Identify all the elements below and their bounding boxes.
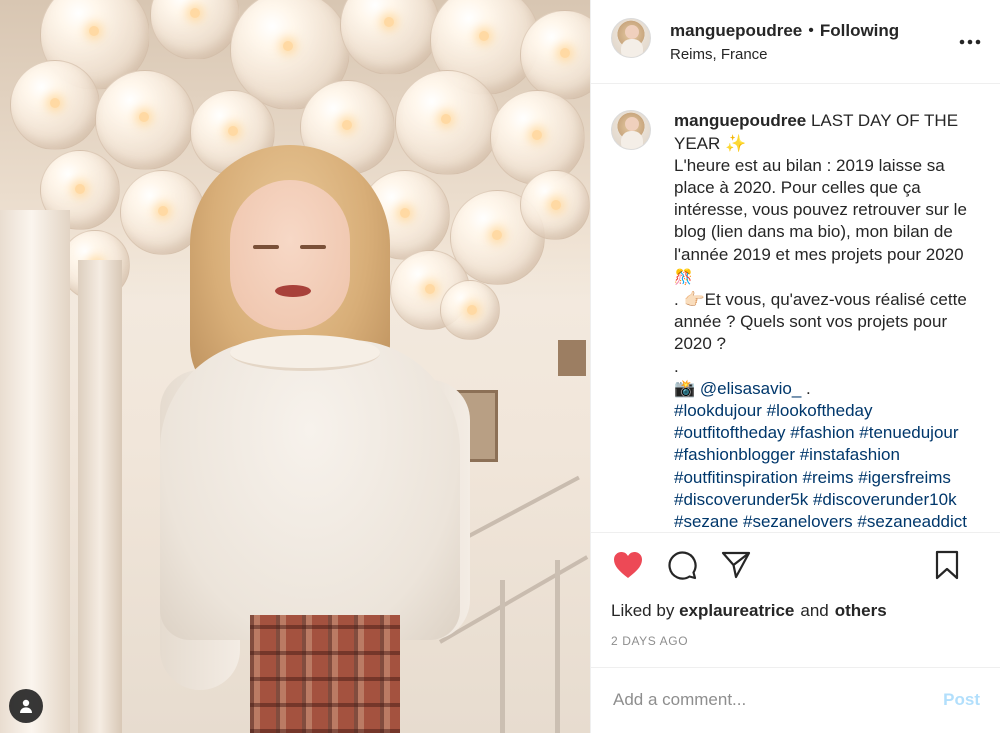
hashtag-link[interactable]: #sezanelovers bbox=[743, 512, 853, 531]
share-button[interactable] bbox=[719, 548, 753, 582]
avatar[interactable] bbox=[611, 110, 651, 151]
railing-post bbox=[555, 560, 560, 733]
cream-sweater bbox=[160, 340, 460, 640]
add-comment-bar: Post bbox=[591, 666, 1000, 733]
username-link[interactable]: manguepoudree bbox=[670, 21, 802, 41]
chandelier-bulb bbox=[520, 170, 590, 240]
caption-text: L'heure est au bilan : 2019 laisse sa pl… bbox=[674, 155, 967, 264]
likes-prefix: Liked by bbox=[611, 601, 675, 621]
comments-area[interactable]: manguepoudree LAST DAY OF THE YEAR ✨ L'h… bbox=[591, 84, 1000, 534]
post-caption: manguepoudree LAST DAY OF THE YEAR ✨ L'h… bbox=[674, 110, 984, 532]
white-pillar bbox=[78, 260, 122, 733]
heart-filled-icon bbox=[614, 552, 642, 579]
comment-input[interactable] bbox=[613, 690, 944, 711]
location-link[interactable]: Reims, France bbox=[670, 46, 899, 63]
post-header: manguepoudree • Following Reims, France bbox=[591, 0, 1000, 85]
white-pillar bbox=[0, 210, 70, 733]
red-lips bbox=[275, 285, 311, 297]
likes-summary: Liked by explaureatrice and others bbox=[591, 598, 1000, 625]
closed-eye bbox=[253, 245, 279, 249]
hashtag-link[interactable]: #fashion bbox=[790, 423, 854, 442]
following-button[interactable]: Following bbox=[820, 21, 899, 41]
mention-link[interactable]: @elisasavio_ bbox=[700, 379, 801, 398]
woman-in-white-sweater bbox=[150, 140, 490, 733]
user-icon bbox=[20, 699, 32, 713]
save-button[interactable] bbox=[930, 548, 964, 582]
post-timestamp[interactable]: 2 DAYS AGO bbox=[591, 634, 1000, 650]
likes-and: and bbox=[800, 601, 829, 621]
hashtag-link[interactable]: #outfitoftheday bbox=[674, 423, 786, 442]
ellipsis-icon bbox=[959, 39, 981, 45]
ruffle-collar bbox=[230, 335, 380, 371]
post-photo[interactable] bbox=[0, 0, 590, 733]
liker-username-link[interactable]: explaureatrice bbox=[679, 601, 794, 621]
post-side-panel: manguepoudree • Following Reims, France … bbox=[590, 0, 1000, 733]
like-button[interactable] bbox=[611, 548, 645, 582]
closed-eye bbox=[300, 245, 326, 249]
caption-text: . bbox=[806, 378, 811, 398]
camera-emoji: 📸 bbox=[674, 378, 696, 398]
header-line: manguepoudree • Following bbox=[670, 21, 899, 41]
chandelier-bulb bbox=[10, 60, 100, 150]
more-options-button[interactable] bbox=[958, 30, 982, 54]
wall-plaque bbox=[558, 340, 586, 376]
speech-bubble-icon bbox=[668, 551, 697, 580]
hashtag-link[interactable]: #lookdujour bbox=[674, 401, 762, 420]
hashtag-link[interactable]: #instafashion bbox=[800, 445, 900, 464]
chandelier-bulb bbox=[490, 90, 585, 185]
hashtag-link[interactable]: #igersfreims bbox=[858, 468, 951, 487]
railing-post bbox=[500, 580, 505, 733]
post-comment-button[interactable]: Post bbox=[943, 690, 980, 710]
hashtag-link[interactable]: #reims bbox=[803, 468, 854, 487]
instagram-post: manguepoudree • Following Reims, France … bbox=[0, 0, 1000, 733]
bookmark-icon bbox=[935, 551, 959, 580]
hashtag-link[interactable]: #outfitinspiration bbox=[674, 468, 798, 487]
caption-text: . 👉🏻Et vous, qu'avez-vous réalisé cette … bbox=[674, 290, 967, 376]
plaid-skirt bbox=[250, 615, 400, 733]
confetti-emoji: 🎊 bbox=[674, 268, 693, 286]
hashtag-link[interactable]: #discoverunder5k bbox=[674, 490, 808, 509]
header-text: manguepoudree • Following Reims, France bbox=[670, 21, 899, 63]
tagged-users-button[interactable] bbox=[9, 689, 43, 723]
hashtag-link[interactable]: #fashionblogger bbox=[674, 445, 795, 464]
action-bar bbox=[591, 533, 1000, 597]
caption-username-link[interactable]: manguepoudree bbox=[674, 111, 806, 130]
hashtag-link[interactable]: #tenuedujour bbox=[859, 423, 958, 442]
comment-button[interactable] bbox=[665, 548, 699, 582]
hashtag-link[interactable]: #sezaneaddict bbox=[857, 512, 967, 531]
face bbox=[230, 180, 350, 330]
avatar[interactable] bbox=[611, 18, 651, 58]
hashtag-link[interactable]: #lookoftheday bbox=[767, 401, 873, 420]
separator-dot: • bbox=[808, 22, 814, 39]
hashtag-link[interactable]: #discoverunder10k bbox=[813, 490, 957, 509]
hashtag-link[interactable]: #sezane bbox=[674, 512, 738, 531]
paper-plane-icon bbox=[721, 552, 751, 579]
likes-others-link[interactable]: others bbox=[835, 601, 887, 621]
